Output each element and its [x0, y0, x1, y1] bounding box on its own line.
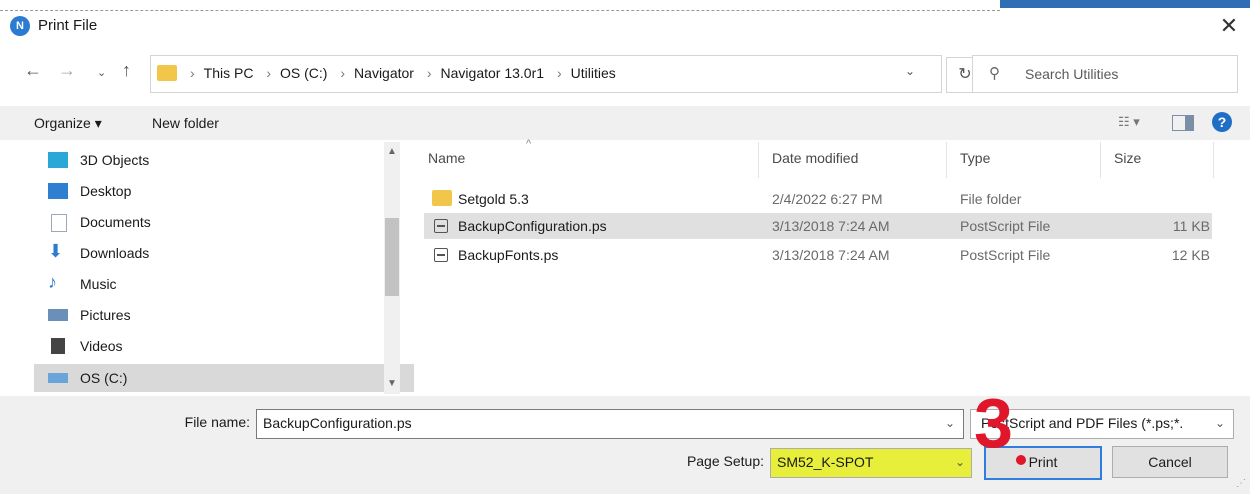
- organize-button[interactable]: Organize ▾: [34, 115, 102, 132]
- documents-icon: [51, 214, 67, 232]
- sidebar-item-videos[interactable]: Videos: [34, 332, 414, 360]
- breadcrumb-item[interactable]: Navigator: [354, 65, 414, 81]
- sort-ascending-icon: ^: [526, 138, 532, 150]
- downloads-icon: ⬇: [48, 241, 64, 261]
- sidebar-item-label: Music: [80, 276, 117, 292]
- sidebar-item-label: Desktop: [80, 183, 132, 199]
- preview-pane-icon[interactable]: [1172, 115, 1194, 131]
- file-name-value: BackupConfiguration.ps: [263, 415, 412, 431]
- file-date: 3/13/2018 7:24 AM: [772, 218, 890, 234]
- file-name-input[interactable]: BackupConfiguration.ps ⌄: [256, 409, 964, 439]
- file-size: 12 KB: [1171, 247, 1210, 263]
- page-setup-select[interactable]: SM52_K-SPOT ⌄: [770, 448, 972, 478]
- change-view-icon[interactable]: ☷ ▾: [1118, 114, 1140, 130]
- file-size: 11 KB: [1172, 218, 1210, 234]
- sidebar-item-label: OS (C:): [80, 370, 128, 386]
- sidebar-item-3d-objects[interactable]: 3D Objects: [34, 146, 414, 174]
- forward-arrow-icon[interactable]: →: [58, 60, 76, 81]
- file-date: 2/4/2022 6:27 PM: [772, 191, 883, 207]
- scrollbar-thumb[interactable]: [385, 218, 399, 296]
- sidebar-item-music[interactable]: ♪ Music: [34, 270, 414, 298]
- up-arrow-icon[interactable]: ↑: [122, 60, 131, 81]
- column-header-size[interactable]: Size: [1114, 150, 1141, 166]
- sidebar-item-label: Documents: [80, 214, 151, 230]
- chevron-down-icon[interactable]: ⌄: [1215, 416, 1225, 430]
- table-row[interactable]: BackupConfiguration.ps 3/13/2018 7:24 AM…: [424, 213, 1212, 239]
- folder-icon: [157, 65, 177, 81]
- pictures-icon: [48, 309, 68, 321]
- table-row[interactable]: Setgold 5.3 2/4/2022 6:27 PM File folder: [424, 186, 1212, 212]
- breadcrumb-item[interactable]: OS (C:): [280, 65, 327, 81]
- file-type: File folder: [960, 191, 1022, 207]
- file-list: ^ Name Date modified Type Size Setgold 5…: [410, 138, 1230, 394]
- recent-locations-icon[interactable]: ⌄: [97, 66, 106, 79]
- column-header-name[interactable]: Name: [428, 150, 465, 166]
- sidebar-item-label: Pictures: [80, 307, 131, 323]
- sidebar-item-label: Videos: [80, 338, 123, 354]
- sidebar-item-downloads[interactable]: ⬇ Downloads: [34, 239, 414, 267]
- sidebar-item-desktop[interactable]: Desktop: [34, 177, 414, 205]
- file-date: 3/13/2018 7:24 AM: [772, 247, 890, 263]
- breadcrumb: › This PC › OS (C:) › Navigator › Navigator …: [190, 65, 616, 81]
- table-row[interactable]: BackupFonts.ps 3/13/2018 7:24 AM PostScr…: [424, 242, 1212, 268]
- page-setup-value: SM52_K-SPOT: [777, 454, 874, 470]
- search-input[interactable]: ⚲ Search Utilities: [972, 55, 1238, 93]
- chevron-down-icon[interactable]: ⌄: [955, 455, 965, 469]
- column-header-date[interactable]: Date modified: [772, 150, 858, 166]
- address-dropdown-icon[interactable]: ⌄: [905, 64, 915, 78]
- annotation-dot: [1016, 455, 1026, 465]
- 3d-objects-icon: [48, 152, 68, 168]
- postscript-file-icon: [434, 219, 448, 233]
- chevron-down-icon[interactable]: ⌄: [945, 416, 955, 430]
- page-setup-label: Page Setup:: [686, 453, 764, 469]
- file-name: Setgold 5.3: [458, 191, 529, 207]
- step-annotation: 3: [974, 384, 1013, 462]
- desktop-icon: [48, 183, 68, 199]
- dashed-border: [0, 10, 1000, 11]
- breadcrumb-item[interactable]: This PC: [204, 65, 254, 81]
- help-icon[interactable]: ?: [1212, 112, 1232, 132]
- address-bar[interactable]: › This PC › OS (C:) › Navigator › Navigator …: [150, 55, 942, 93]
- file-type: PostScript File: [960, 218, 1051, 234]
- postscript-file-icon: [434, 248, 448, 262]
- search-icon: ⚲: [989, 65, 1000, 82]
- scroll-up-icon[interactable]: ▲: [387, 146, 397, 157]
- breadcrumb-item[interactable]: Navigator 13.0r1: [441, 65, 545, 81]
- resize-grip-icon[interactable]: ⋰: [1236, 478, 1246, 489]
- navigation-scrollbar[interactable]: ▲ ▼: [384, 142, 400, 394]
- folder-icon: [432, 190, 452, 206]
- app-icon: N: [10, 16, 30, 36]
- sidebar-item-label: 3D Objects: [80, 152, 150, 168]
- file-name: BackupConfiguration.ps: [458, 218, 607, 234]
- back-arrow-icon[interactable]: ←: [24, 60, 42, 81]
- videos-icon: [51, 338, 65, 354]
- sidebar-item-pictures[interactable]: Pictures: [34, 301, 414, 329]
- window-title: Print File: [38, 17, 98, 34]
- close-icon[interactable]: ✕: [1216, 14, 1242, 38]
- new-folder-button[interactable]: New folder: [152, 115, 219, 131]
- cancel-button[interactable]: Cancel: [1112, 446, 1228, 478]
- sidebar-item-documents[interactable]: Documents: [34, 208, 414, 236]
- sidebar-item-os-c[interactable]: OS (C:): [34, 364, 414, 392]
- file-name-label: File name:: [184, 414, 250, 430]
- search-placeholder: Search Utilities: [1025, 66, 1119, 82]
- column-header-type[interactable]: Type: [960, 150, 990, 166]
- file-name: BackupFonts.ps: [458, 247, 559, 263]
- scroll-down-icon[interactable]: ▼: [387, 378, 397, 389]
- sidebar-item-label: Downloads: [80, 245, 150, 261]
- file-type: PostScript File: [960, 247, 1051, 263]
- background-window-strip: [1000, 0, 1250, 8]
- music-icon: ♪: [48, 272, 57, 292]
- navigation-pane: 3D Objects Desktop Documents ⬇ Downloads…: [34, 142, 414, 394]
- drive-icon: [48, 373, 68, 383]
- breadcrumb-item[interactable]: Utilities: [571, 65, 616, 81]
